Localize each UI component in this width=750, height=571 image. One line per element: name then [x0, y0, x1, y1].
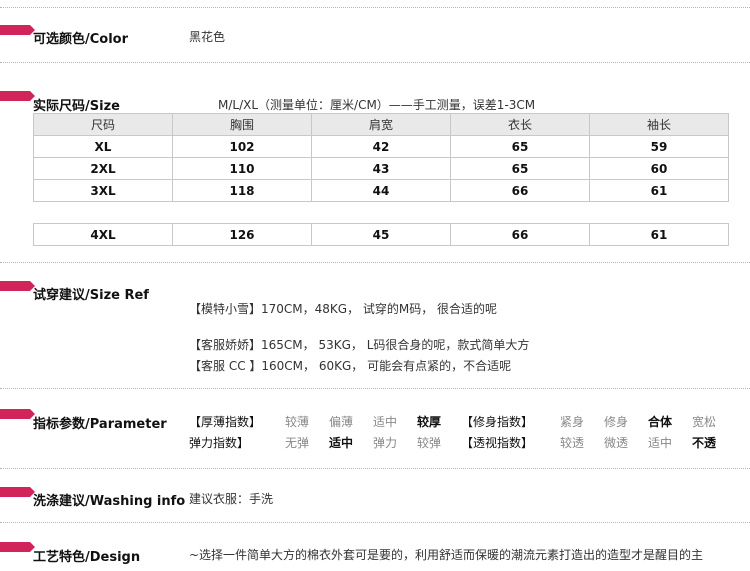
table-header-cell: 袖长 — [589, 113, 729, 136]
fit-option: 紧身 — [560, 415, 585, 429]
fit-option: 宽松 — [692, 415, 717, 429]
size-table-header: 尺码 胸围 肩宽 衣长 袖长 — [33, 113, 729, 136]
stretch-option: 较弹 — [417, 436, 442, 450]
fit-option: 修身 — [604, 415, 629, 429]
sizeref-section-title: 试穿建议/Size Ref — [33, 288, 149, 303]
section-marker-color — [0, 25, 35, 35]
sizeref-line: 【模特小雪】170CM，48KG， 试穿的M码， 很合适的呢 — [189, 302, 498, 316]
see-through-option: 适中 — [648, 436, 673, 450]
divider — [0, 468, 750, 469]
table-cell: 59 — [589, 135, 729, 158]
table-cell: 118 — [172, 179, 312, 202]
table-cell: 110 — [172, 157, 312, 180]
size-section-title: 实际尺码/Size — [33, 99, 120, 114]
thickness-option-selected: 较厚 — [417, 415, 442, 429]
table-cell: 42 — [311, 135, 451, 158]
table-cell: 60 — [589, 157, 729, 180]
fit-option-selected: 合体 — [648, 415, 673, 429]
washing-section-title: 洗涤建议/Washing info — [33, 494, 186, 509]
stretch-option-selected: 适中 — [329, 436, 354, 450]
table-cell: 2XL — [33, 157, 173, 180]
see-through-option: 微透 — [604, 436, 629, 450]
table-cell: 61 — [589, 179, 729, 202]
see-through-label: 【透视指数】 — [461, 436, 534, 450]
table-header-cell: 胸围 — [172, 113, 312, 136]
table-cell: 44 — [311, 179, 451, 202]
design-section-title: 工艺特色/Design — [33, 550, 141, 565]
table-cell: XL — [33, 135, 173, 158]
table-row: 3XL 118 44 66 61 — [33, 179, 729, 202]
table-row: 4XL 126 45 66 61 — [33, 223, 729, 246]
table-cell: 66 — [450, 179, 590, 202]
see-through-option: 较透 — [560, 436, 585, 450]
section-marker-sizeref — [0, 281, 35, 291]
stretch-option: 无弹 — [285, 436, 310, 450]
table-header-cell: 尺码 — [33, 113, 173, 136]
table-cell: 61 — [589, 223, 729, 246]
table-header-cell: 衣长 — [450, 113, 590, 136]
table-header-cell: 肩宽 — [311, 113, 451, 136]
stretch-option: 弹力 — [373, 436, 398, 450]
section-marker-parameter — [0, 409, 35, 419]
see-through-option-selected: 不透 — [692, 436, 717, 450]
table-cell: 65 — [450, 135, 590, 158]
table-cell: 3XL — [33, 179, 173, 202]
stretch-label: 弹力指数】 — [189, 436, 250, 450]
table-cell: 45 — [311, 223, 451, 246]
table-cell: 4XL — [33, 223, 173, 246]
size-note: M/L/XL（测量单位：厘米/CM）——手工测量，误差1-3CM — [218, 98, 536, 112]
table-cell: 102 — [172, 135, 312, 158]
fit-label: 【修身指数】 — [461, 415, 534, 429]
thickness-option: 较薄 — [285, 415, 310, 429]
design-text: ~选择一件简单大方的棉衣外套可是要的，利用舒适而保暖的潮流元素打造出的造型才是醒… — [189, 548, 704, 562]
size-table-extra: 4XL 126 45 66 61 — [33, 223, 729, 246]
table-row: XL 102 42 65 59 — [33, 135, 729, 158]
thickness-option: 适中 — [373, 415, 398, 429]
size-table: 尺码 胸围 肩宽 衣长 袖长 XL 102 42 65 59 2XL 110 4… — [33, 113, 729, 202]
table-cell: 126 — [172, 223, 312, 246]
color-value: 黑花色 — [189, 30, 226, 44]
table-cell: 66 — [450, 223, 590, 246]
sizeref-line: 【客服 CC 】160CM， 60KG， 可能会有点紧的，不合适呢 — [189, 359, 512, 373]
table-cell: 65 — [450, 157, 590, 180]
thickness-label: 【厚薄指数】 — [189, 415, 262, 429]
washing-value: 建议衣服：手洗 — [189, 492, 274, 506]
divider — [0, 388, 750, 389]
divider — [0, 262, 750, 263]
table-cell: 43 — [311, 157, 451, 180]
thickness-option: 偏薄 — [329, 415, 354, 429]
divider — [0, 7, 750, 8]
section-marker-size — [0, 91, 35, 101]
color-section-title: 可选颜色/Color — [33, 32, 129, 47]
divider — [0, 62, 750, 63]
divider — [0, 522, 750, 523]
parameter-section-title: 指标参数/Parameter — [33, 417, 167, 432]
table-row: 2XL 110 43 65 60 — [33, 157, 729, 180]
section-marker-design — [0, 542, 35, 552]
section-marker-washing — [0, 487, 35, 497]
sizeref-line: 【客服娇娇】165CM， 53KG， L码很合身的呢，款式简单大方 — [189, 338, 530, 352]
